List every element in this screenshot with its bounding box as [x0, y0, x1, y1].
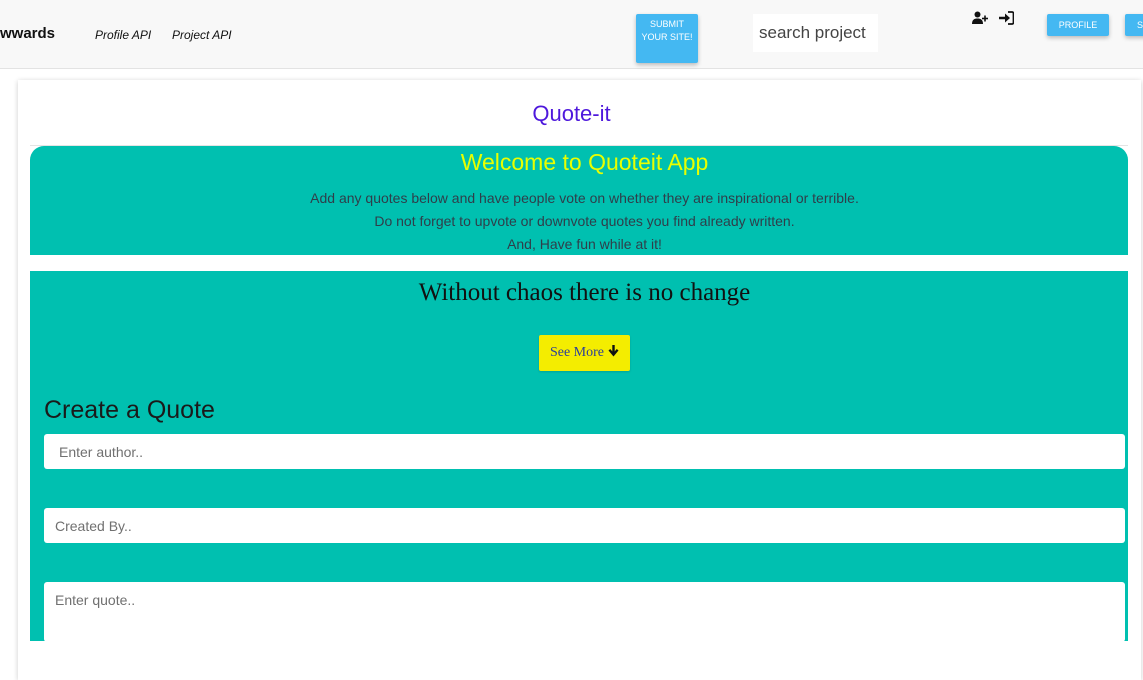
see-more-button[interactable]: See More	[539, 335, 630, 371]
welcome-title: Welcome to Quoteit App	[460, 149, 709, 175]
submit-site-button[interactable]: SUBMIT YOUR SITE!	[636, 14, 698, 63]
brand-logo[interactable]: wwards	[0, 25, 55, 42]
quote-textarea[interactable]	[44, 582, 1125, 642]
welcome-line: Do not forget to upvote or downvote quot…	[374, 213, 795, 229]
profile-button[interactable]: PROFILE	[1047, 14, 1109, 36]
search-input[interactable]	[753, 14, 878, 52]
nav-link-project-api[interactable]: Project API	[172, 28, 232, 42]
welcome-line: And, Have fun while at it!	[507, 236, 662, 252]
user-plus-icon[interactable]	[972, 10, 988, 26]
top-navbar: wwards Profile API Project API SUBMIT YO…	[0, 0, 1143, 69]
see-more-label: See More	[549, 345, 605, 360]
arrow-down-icon	[608, 344, 619, 362]
created-by-input[interactable]	[44, 508, 1125, 543]
quote-text: Without chaos there is no change	[418, 279, 751, 306]
sign-in-icon[interactable]	[998, 10, 1014, 26]
nav-link-profile-api[interactable]: Profile API	[95, 28, 151, 42]
page-title: Quote-it	[532, 101, 611, 126]
welcome-line: Add any quotes below and have people vot…	[310, 190, 859, 206]
author-input[interactable]	[44, 434, 1125, 469]
nav-extra-button[interactable]: S	[1125, 14, 1143, 36]
create-quote-heading: Create a Quote	[44, 396, 215, 424]
